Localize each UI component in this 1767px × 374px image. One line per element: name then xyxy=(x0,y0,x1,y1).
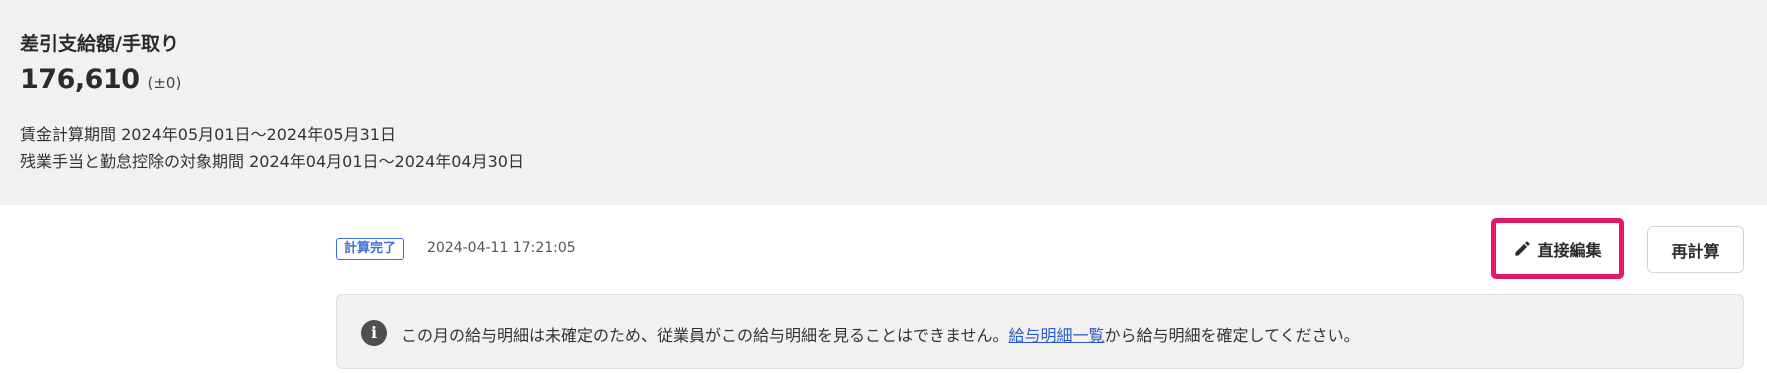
net-pay-amount: 176,610 xyxy=(20,64,140,95)
payslip-list-link[interactable]: 給与明細一覧 xyxy=(1009,326,1105,345)
notice-text-after: から給与明細を確定してください。 xyxy=(1104,326,1360,345)
notice-text-before: この月の給与明細は未確定のため、従業員がこの給与明細を見ることはできません。 xyxy=(401,326,1009,345)
notice-box: i この月の給与明細は未確定のため、従業員がこの給与明細を見ることはできません。… xyxy=(336,294,1744,369)
overtime-period: 残業手当と勤怠控除の対象期間 2024年04月01日～2024年04月30日 xyxy=(20,152,524,171)
direct-edit-label: 直接編集 xyxy=(1537,240,1602,260)
summary-panel: 差引支給額/手取り 176,610 (±0) 賃金計算期間 2024年05月01… xyxy=(0,0,1767,205)
status-badge: 計算完了 xyxy=(336,238,405,260)
net-pay-title: 差引支給額/手取り xyxy=(20,33,179,55)
recalculate-button[interactable]: 再計算 xyxy=(1647,226,1744,273)
net-pay-diff: (±0) xyxy=(147,74,182,92)
calculated-timestamp: 2024-04-11 17:21:05 xyxy=(427,240,576,256)
direct-edit-button[interactable]: 直接編集 xyxy=(1498,226,1617,271)
net-pay-amount-row: 176,610 (±0) xyxy=(20,64,181,95)
notice-text: この月の給与明細は未確定のため、従業員がこの給与明細を見ることはできません。給与… xyxy=(401,322,1360,346)
pencil-icon xyxy=(1515,241,1531,256)
wage-period: 賃金計算期間 2024年05月01日～2024年05月31日 xyxy=(20,125,396,144)
info-icon: i xyxy=(361,320,387,346)
